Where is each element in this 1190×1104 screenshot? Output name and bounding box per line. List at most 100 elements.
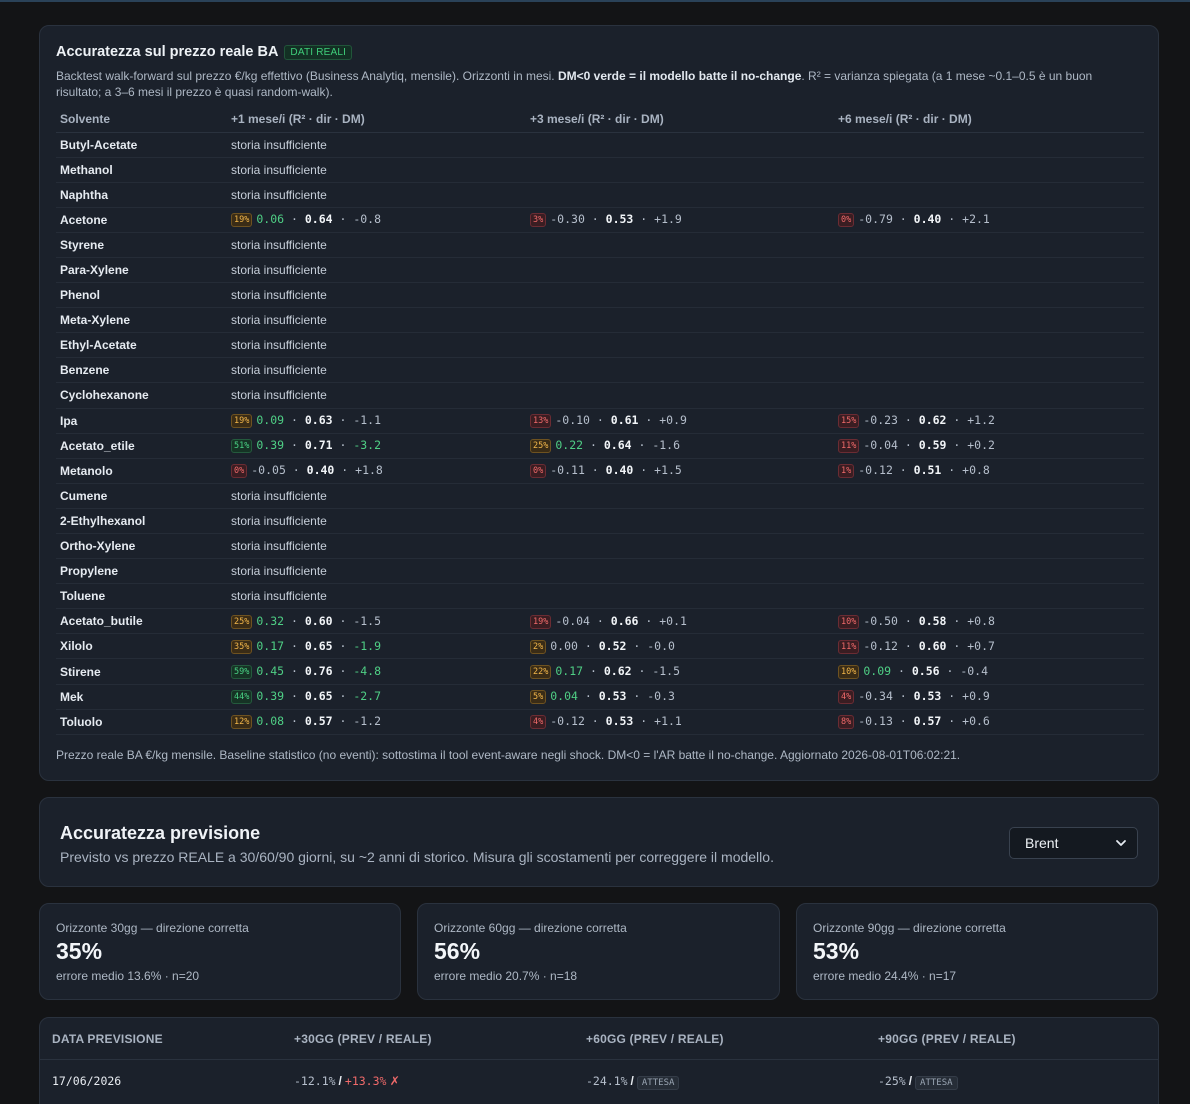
table-row: Propylene storia insufficiente xyxy=(56,558,1144,585)
direction-pct-badge: 10% xyxy=(838,614,860,629)
direction-pct-badge: 44% xyxy=(231,690,253,705)
table-row: Phenol storia insufficiente xyxy=(56,282,1144,309)
r2-value: -0.11 xyxy=(550,463,585,478)
dir-value: 0.53 xyxy=(605,714,634,729)
pending-badge: ATTESA xyxy=(636,1076,680,1090)
dm-value: -4.8 xyxy=(353,664,382,679)
cell-30d: -12.1% / +13.3% ✗ xyxy=(294,1074,400,1088)
table-row: 2-Ethylhexanol storia insufficiente xyxy=(56,508,1144,535)
r2-value: 0.45 xyxy=(256,664,285,679)
r2-value: 0.17 xyxy=(555,664,584,679)
solvent-name: Meta-Xylene xyxy=(56,307,227,334)
dm-value: +1.5 xyxy=(654,463,682,478)
table-row: Acetone 19% 0.06 · 0.64 · -0.8 3% -0.30 · 0.… xyxy=(56,207,1144,233)
r2-value: -0.05 xyxy=(251,463,286,478)
dm-value: +1.2 xyxy=(967,413,995,428)
dm-value: -0.0 xyxy=(647,638,675,653)
insufficient-history: storia insufficiente xyxy=(227,232,526,258)
real-data-badge: DATI REALI xyxy=(284,44,353,60)
dm-value: -1.9 xyxy=(353,638,382,653)
metric-group: -0.11 · 0.40 · +1.5 xyxy=(550,463,682,478)
metric-group: -0.12 · 0.53 · +1.1 xyxy=(550,714,682,729)
direction-pct-badge: 25% xyxy=(231,614,253,629)
commodity-select[interactable]: Brent xyxy=(1009,827,1138,859)
col-solvent: Solvente xyxy=(56,107,227,133)
metric-group: -0.79 · 0.40 · +2.1 xyxy=(858,212,990,227)
dir-value: 0.40 xyxy=(913,212,942,227)
dir-value: 0.65 xyxy=(304,638,333,653)
table-row: Acetato_butile 25% 0.32 · 0.60 · -1.5 19% -0… xyxy=(56,608,1144,635)
solvent-name: Methanol xyxy=(56,157,227,183)
dm-value: -0.8 xyxy=(353,212,382,227)
dir-value: 0.57 xyxy=(304,714,333,729)
horizon-metric-cell: 10% -0.50 · 0.58 · +0.8 xyxy=(834,608,1144,635)
metric-group: 0.45 · 0.76 · -4.8 xyxy=(256,664,382,679)
solvent-name: Styrene xyxy=(56,232,227,258)
horizon-metric-cell: 25% 0.22 · 0.64 · -1.6 xyxy=(526,433,834,459)
solvent-name: Ipa xyxy=(56,408,227,434)
solvent-name: Xilolo xyxy=(56,633,227,660)
card-label: Orizzonte 90gg — direzione corretta xyxy=(813,921,1006,935)
table-row: Ipa 19% 0.09 · 0.63 · -1.1 13% -0.10 · 0.61 … xyxy=(56,408,1144,434)
direction-pct-badge: 5% xyxy=(530,690,547,705)
direction-pct-badge: 4% xyxy=(838,690,855,705)
horizon-metric-cell: 11% -0.12 · 0.60 · +0.7 xyxy=(834,633,1144,660)
direction-pct-badge: 0% xyxy=(838,213,855,228)
horizon-metric-cell: 5% 0.04 · 0.53 · -0.3 xyxy=(526,684,834,710)
separator: / xyxy=(908,1074,913,1088)
metric-group: 0.39 · 0.65 · -2.7 xyxy=(256,689,382,704)
metric-group: 0.04 · 0.53 · -0.3 xyxy=(550,689,675,704)
dir-value: 0.64 xyxy=(304,212,333,227)
dir-value: 0.66 xyxy=(610,613,639,628)
dm-value: +2.1 xyxy=(962,212,990,227)
horizon-metric-cell: 11% -0.04 · 0.59 · +0.2 xyxy=(834,433,1144,459)
r2-value: -0.04 xyxy=(555,613,590,628)
dir-value: 0.59 xyxy=(918,438,947,453)
r2-value: -0.50 xyxy=(863,613,898,628)
insufficient-history: storia insufficiente xyxy=(227,382,526,409)
table-row: Ortho-Xylene storia insufficiente xyxy=(56,533,1144,560)
table-row: Metanolo 0% -0.05 · 0.40 · +1.8 0% -0.11 · 0… xyxy=(56,458,1144,484)
insufficient-history: storia insufficiente xyxy=(227,282,526,309)
horizon-metric-cell: 22% 0.17 · 0.62 · -1.5 xyxy=(526,658,834,685)
solvent-name: Toluene xyxy=(56,583,227,610)
table-row: Butyl-Acetate storia insufficiente xyxy=(56,132,1144,158)
table-row: Xilolo 35% 0.17 · 0.65 · -1.9 2% 0.00 · 0.52… xyxy=(56,633,1144,660)
dir-value: 0.51 xyxy=(913,463,942,478)
dir-value: 0.58 xyxy=(918,613,947,628)
separator: / xyxy=(338,1074,342,1088)
table-row: Naphtha storia insufficiente xyxy=(56,182,1144,208)
table-row: Toluolo 12% 0.08 · 0.57 · -1.2 4% -0.12 · 0.… xyxy=(56,709,1144,735)
insufficient-history: storia insufficiente xyxy=(227,583,526,610)
horizon-metric-cell: 51% 0.39 · 0.71 · -3.2 xyxy=(227,433,526,459)
card-subtext: errore medio 20.7% · n=18 xyxy=(434,969,578,983)
metric-group: -0.13 · 0.57 · +0.6 xyxy=(858,714,990,729)
metric-group: 0.09 · 0.63 · -1.1 xyxy=(256,413,382,428)
solvent-name: Para-Xylene xyxy=(56,257,227,284)
horizon-metric-cell: 35% 0.17 · 0.65 · -1.9 xyxy=(227,633,526,660)
dir-value: 0.61 xyxy=(610,413,639,428)
insufficient-history: storia insufficiente xyxy=(227,508,526,535)
metric-group: 0.00 · 0.52 · -0.0 xyxy=(550,638,675,653)
horizon-metric-cell: 13% -0.10 · 0.61 · +0.9 xyxy=(526,408,834,434)
horizon-metric-cell: 59% 0.45 · 0.76 · -4.8 xyxy=(227,658,526,685)
table-row: Acetato_etile 51% 0.39 · 0.71 · -3.2 25% 0.2… xyxy=(56,433,1144,459)
dm-value: +1.1 xyxy=(654,714,682,729)
dm-value: +0.6 xyxy=(962,714,990,729)
r2-value: 0.06 xyxy=(256,212,285,227)
direction-pct-badge: 10% xyxy=(838,665,860,680)
r2-value: 0.09 xyxy=(863,664,892,679)
cell-60d: -24.1% / ATTESA xyxy=(586,1074,680,1090)
insufficient-history: storia insufficiente xyxy=(227,533,526,560)
direction-pct-badge: 12% xyxy=(231,715,253,730)
table-row: Benzene storia insufficiente xyxy=(56,357,1144,384)
insufficient-history: storia insufficiente xyxy=(227,483,526,509)
metric-group: -0.04 · 0.59 · +0.2 xyxy=(863,438,995,453)
dm-value: +0.8 xyxy=(967,613,995,628)
horizon-metric-cell: 2% 0.00 · 0.52 · -0.0 xyxy=(526,633,834,660)
dir-value: 0.40 xyxy=(605,463,634,478)
direction-pct-badge: 19% xyxy=(530,614,552,629)
horizon-metric-cell: 0% -0.05 · 0.40 · +1.8 xyxy=(227,458,526,484)
accuracy-footnote: Prezzo reale BA €/kg mensile. Baseline s… xyxy=(56,748,961,762)
r2-value: 0.39 xyxy=(256,438,285,453)
